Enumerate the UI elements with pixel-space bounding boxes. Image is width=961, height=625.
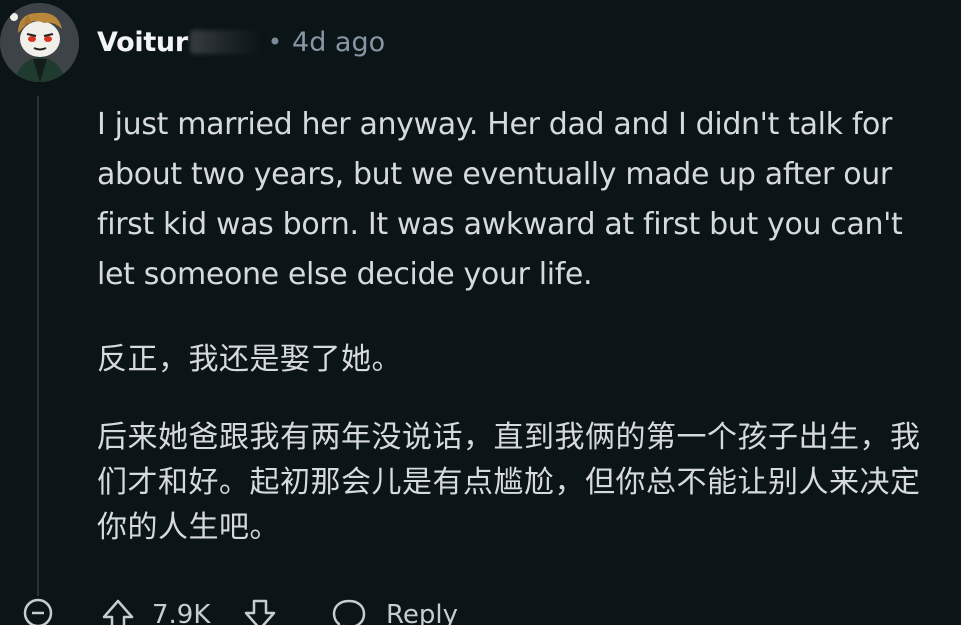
reply-icon	[330, 597, 368, 625]
timestamp[interactable]: 4d ago	[292, 27, 385, 58]
action-bar: 7.9K Reply	[0, 597, 961, 625]
comment-body: I just married her anyway. Her dad and I…	[97, 100, 947, 550]
paragraph-en: I just married her anyway. Her dad and I…	[97, 107, 903, 292]
username[interactable]: Voitur	[97, 27, 188, 58]
paragraph-zh-1: 反正，我还是娶了她。	[97, 342, 402, 377]
reply-label: Reply	[386, 600, 459, 625]
upvote-icon	[100, 597, 136, 625]
collapse-icon	[22, 597, 54, 625]
thread-line[interactable]	[37, 96, 39, 596]
reply-button[interactable]: Reply	[330, 597, 458, 625]
upvote-button[interactable]: 7.9K	[100, 597, 210, 625]
paragraph-zh-2: 后来她爸跟我有两年没说话，直到我俩的第一个孩子出生，我们才和好。起初那会儿是有点…	[97, 420, 921, 545]
downvote-button[interactable]	[242, 597, 278, 625]
comment: Voitur • 4d ago I just married her anywa…	[0, 0, 961, 625]
meta-separator: •	[267, 28, 283, 56]
username-redaction	[189, 30, 262, 54]
comment-header: Voitur • 4d ago	[97, 22, 385, 62]
vote-count: 7.9K	[152, 600, 211, 625]
collapse-button[interactable]	[22, 597, 54, 625]
avatar-icon[interactable]	[0, 3, 79, 82]
downvote-icon	[242, 597, 278, 625]
